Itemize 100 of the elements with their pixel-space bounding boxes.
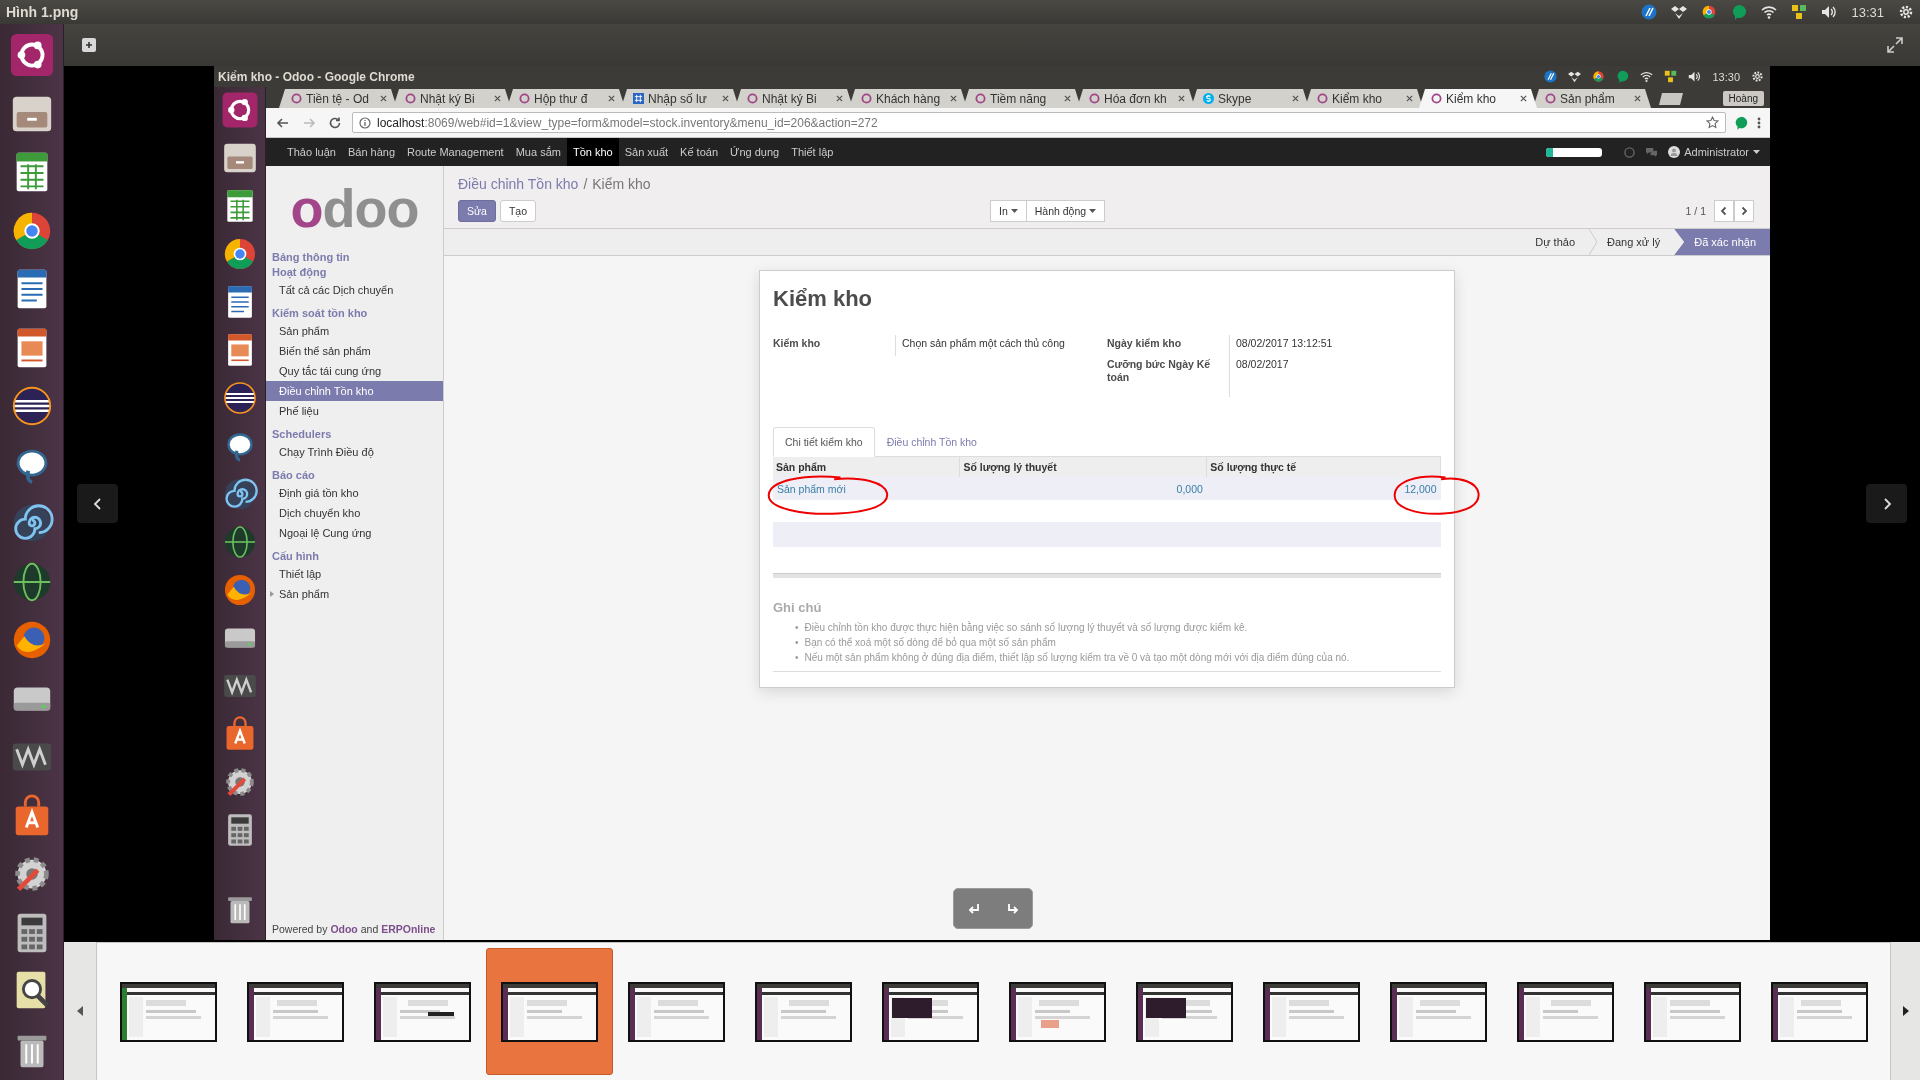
chat-bubble-icon[interactable]: [1616, 70, 1630, 83]
pager-text: 1 / 1: [1685, 205, 1706, 217]
sidebar-item[interactable]: Điều chỉnh Tồn kho: [266, 381, 443, 401]
logo-icon[interactable]: [220, 91, 259, 129]
logo-icon[interactable]: [8, 32, 55, 78]
close-icon[interactable]: [1064, 95, 1071, 102]
sidebar-item[interactable]: Chạy Trình Điều độ: [266, 442, 443, 462]
browser-tab[interactable]: Nhập số lư: [621, 89, 739, 108]
status-stage[interactable]: Dự thảo: [1525, 229, 1589, 255]
browser-tab[interactable]: Sản phẩm: [1533, 89, 1651, 108]
sidebar-item[interactable]: Dịch chuyển kho: [266, 503, 443, 523]
status-stage[interactable]: Đã xác nhận: [1674, 229, 1770, 255]
browser-tab[interactable]: Tiền tệ - Od: [279, 89, 397, 108]
wifi-icon[interactable]: [1640, 70, 1654, 83]
grid-icon: [633, 93, 644, 104]
volume-icon[interactable]: [1688, 70, 1702, 83]
close-icon[interactable]: [1406, 95, 1413, 102]
browser-tab[interactable]: Kiểm kho: [1305, 89, 1423, 108]
clock: 13:30: [1712, 70, 1740, 83]
open-box-icon[interactable]: [1671, 4, 1688, 20]
menu-item[interactable]: Thảo luận: [281, 138, 342, 166]
browser-tab[interactable]: Skype: [1191, 89, 1309, 108]
close-icon[interactable]: [494, 95, 501, 102]
grid-icon[interactable]: [1791, 4, 1808, 20]
sidebar-item[interactable]: Sản phẩm: [266, 321, 443, 341]
sidebar-item[interactable]: Thiết lập: [266, 564, 443, 584]
previous-button[interactable]: [1714, 200, 1734, 222]
form-tab[interactable]: Điều chỉnh Tồn kho: [874, 427, 989, 457]
column-header[interactable]: Sản phẩm: [773, 457, 960, 477]
table-cell[interactable]: Sản phẩm mới: [773, 477, 960, 500]
settings-icon[interactable]: [1751, 70, 1764, 83]
dropdown-button[interactable]: In: [990, 200, 1027, 222]
section-heading[interactable]: Cấu hình: [266, 549, 443, 564]
menu-item[interactable]: Mua sắm: [509, 138, 567, 166]
open-box-icon[interactable]: [1568, 70, 1582, 83]
sidebar-item[interactable]: Định giá tồn kho: [266, 483, 443, 503]
new-tab-button[interactable]: [1659, 93, 1683, 105]
section-heading[interactable]: Báo cáo: [266, 468, 443, 483]
menu-icon[interactable]: [1756, 115, 1762, 130]
chat-icon[interactable]: [1645, 146, 1659, 158]
browser-tab[interactable]: Nhật ký Bi: [735, 89, 853, 108]
close-icon[interactable]: [1178, 95, 1185, 102]
browser-tab[interactable]: Nhật ký Bi: [393, 89, 511, 108]
browser-tab[interactable]: Hộp thư đ: [507, 89, 625, 108]
status-stage[interactable]: Đang xử lý: [1597, 229, 1675, 255]
window-title: Hình 1.png: [6, 4, 79, 20]
user-menu[interactable]: Administrator: [1668, 146, 1760, 158]
chevron-left-icon: [1719, 206, 1729, 216]
sidebar-item[interactable]: Sản phẩm: [266, 584, 443, 604]
dropdown-button[interactable]: Hành động: [1025, 200, 1106, 222]
close-icon[interactable]: [836, 95, 843, 102]
browser-icon[interactable]: [1701, 4, 1718, 20]
sidebar-item[interactable]: Ngoại lệ Cung ứng: [266, 523, 443, 543]
fullscreen-button[interactable]: [1886, 36, 1904, 54]
notes-heading: Ghi chú: [773, 600, 823, 615]
chat-bubble-icon[interactable]: [1731, 4, 1748, 20]
browser-icon[interactable]: [1592, 70, 1606, 83]
menu-item[interactable]: Sản xuất: [618, 138, 675, 166]
circle-logo-icon[interactable]: [1641, 4, 1658, 20]
thumbnail[interactable]: [485, 948, 613, 1075]
address-field[interactable]: localhost:8069/web#id=1&view_type=form&model=stock.inventory&menu_id=206&action=272: [352, 112, 1726, 133]
column-header[interactable]: Số lượng lý thuyết: [959, 457, 1207, 477]
volume-icon[interactable]: [1821, 4, 1838, 20]
menu-item[interactable]: Bán hàng: [341, 138, 402, 166]
star-icon[interactable]: [1706, 116, 1719, 129]
profile-button[interactable]: Hoàng: [1722, 91, 1764, 106]
menu-item[interactable]: Kế toán: [674, 138, 724, 166]
close-icon[interactable]: [1634, 95, 1641, 102]
field-value: Chọn sản phẩm một cách thủ công: [895, 335, 1107, 356]
next-button[interactable]: [1734, 200, 1754, 222]
sidebar-item[interactable]: Quy tắc tái cung ứng: [266, 361, 443, 381]
column-header[interactable]: Số lượng thực tế: [1206, 457, 1441, 477]
add-button[interactable]: [82, 38, 96, 52]
edit-button[interactable]: Sửa: [458, 200, 496, 222]
close-icon[interactable]: [608, 95, 615, 102]
close-icon[interactable]: [380, 95, 387, 102]
close-icon[interactable]: [722, 95, 729, 102]
browser-tab[interactable]: Khách hàng: [849, 89, 967, 108]
sidebar-item[interactable]: Tất cả các Dịch chuyển: [266, 280, 443, 300]
browser-tab[interactable]: Kiểm kho: [1419, 89, 1537, 108]
circle-icon[interactable]: [1624, 146, 1636, 158]
browser-tab[interactable]: Hóa đơn kh: [1077, 89, 1195, 108]
breadcrumb-link[interactable]: Điều chỉnh Tồn kho: [458, 176, 579, 192]
form-tab[interactable]: Chi tiết kiểm kho: [773, 427, 875, 457]
chat-bubble-icon[interactable]: [1734, 115, 1748, 130]
menu-item[interactable]: Route Management: [401, 138, 510, 166]
menu-item[interactable]: Thiết lập: [785, 138, 840, 166]
menu-item[interactable]: Tồn kho: [566, 138, 619, 166]
settings-icon[interactable]: [1898, 4, 1914, 20]
circle-logo-icon[interactable]: [1544, 70, 1558, 83]
close-icon[interactable]: [950, 95, 957, 102]
grid-icon[interactable]: [1664, 70, 1678, 83]
browser-tab[interactable]: Tiềm năng: [963, 89, 1081, 108]
wifi-icon[interactable]: [1761, 4, 1778, 20]
menu-item[interactable]: Ứng dụng: [724, 138, 786, 166]
sidebar-item[interactable]: Biến thể sản phẩm: [266, 341, 443, 361]
create-button[interactable]: Tạo: [499, 200, 536, 222]
close-icon[interactable]: [1292, 95, 1299, 102]
close-icon[interactable]: [1520, 95, 1527, 102]
sidebar-item[interactable]: Phế liệu: [266, 401, 443, 421]
